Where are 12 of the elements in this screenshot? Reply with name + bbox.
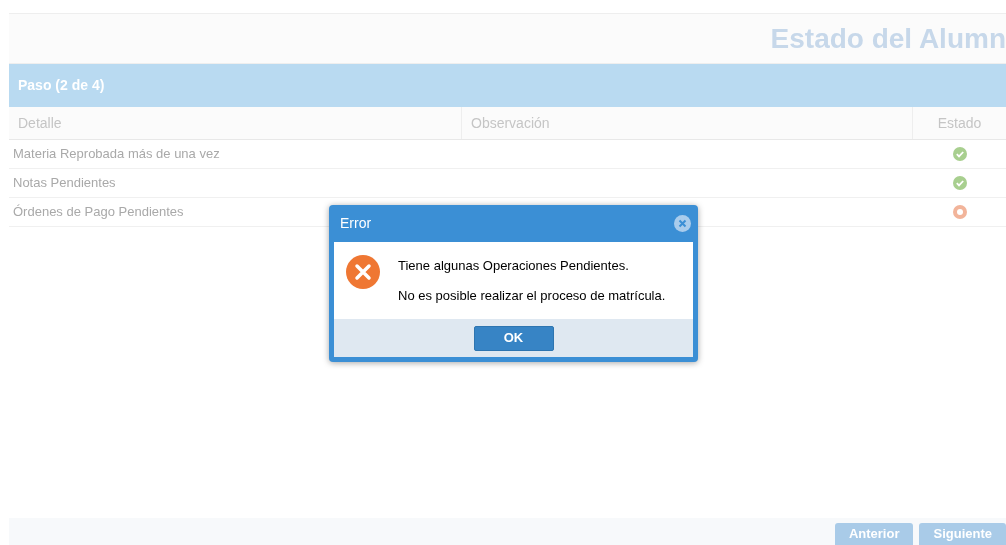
- table-cell-text: Órdenes de Pago Pendientes: [13, 203, 184, 222]
- ok-button[interactable]: OK: [473, 325, 554, 351]
- nav-button[interactable]: Anterior: [834, 523, 914, 545]
- dialog-message: Tiene algunas Operaciones Pendientes.: [398, 257, 630, 275]
- table-cell-text: Notas Pendientes: [13, 174, 116, 193]
- close-icon[interactable]: [674, 215, 691, 232]
- step-title: Paso (2 de 4): [18, 76, 105, 95]
- dialog-title: Error: [340, 214, 372, 233]
- error-icon: [346, 255, 380, 289]
- nav-button[interactable]: Siguiente: [919, 523, 1006, 545]
- table-cell-text: Materia Reprobada más de una vez: [13, 145, 220, 164]
- dialog-message: No es posible realizar el proceso de matrícula.: [398, 286, 666, 305]
